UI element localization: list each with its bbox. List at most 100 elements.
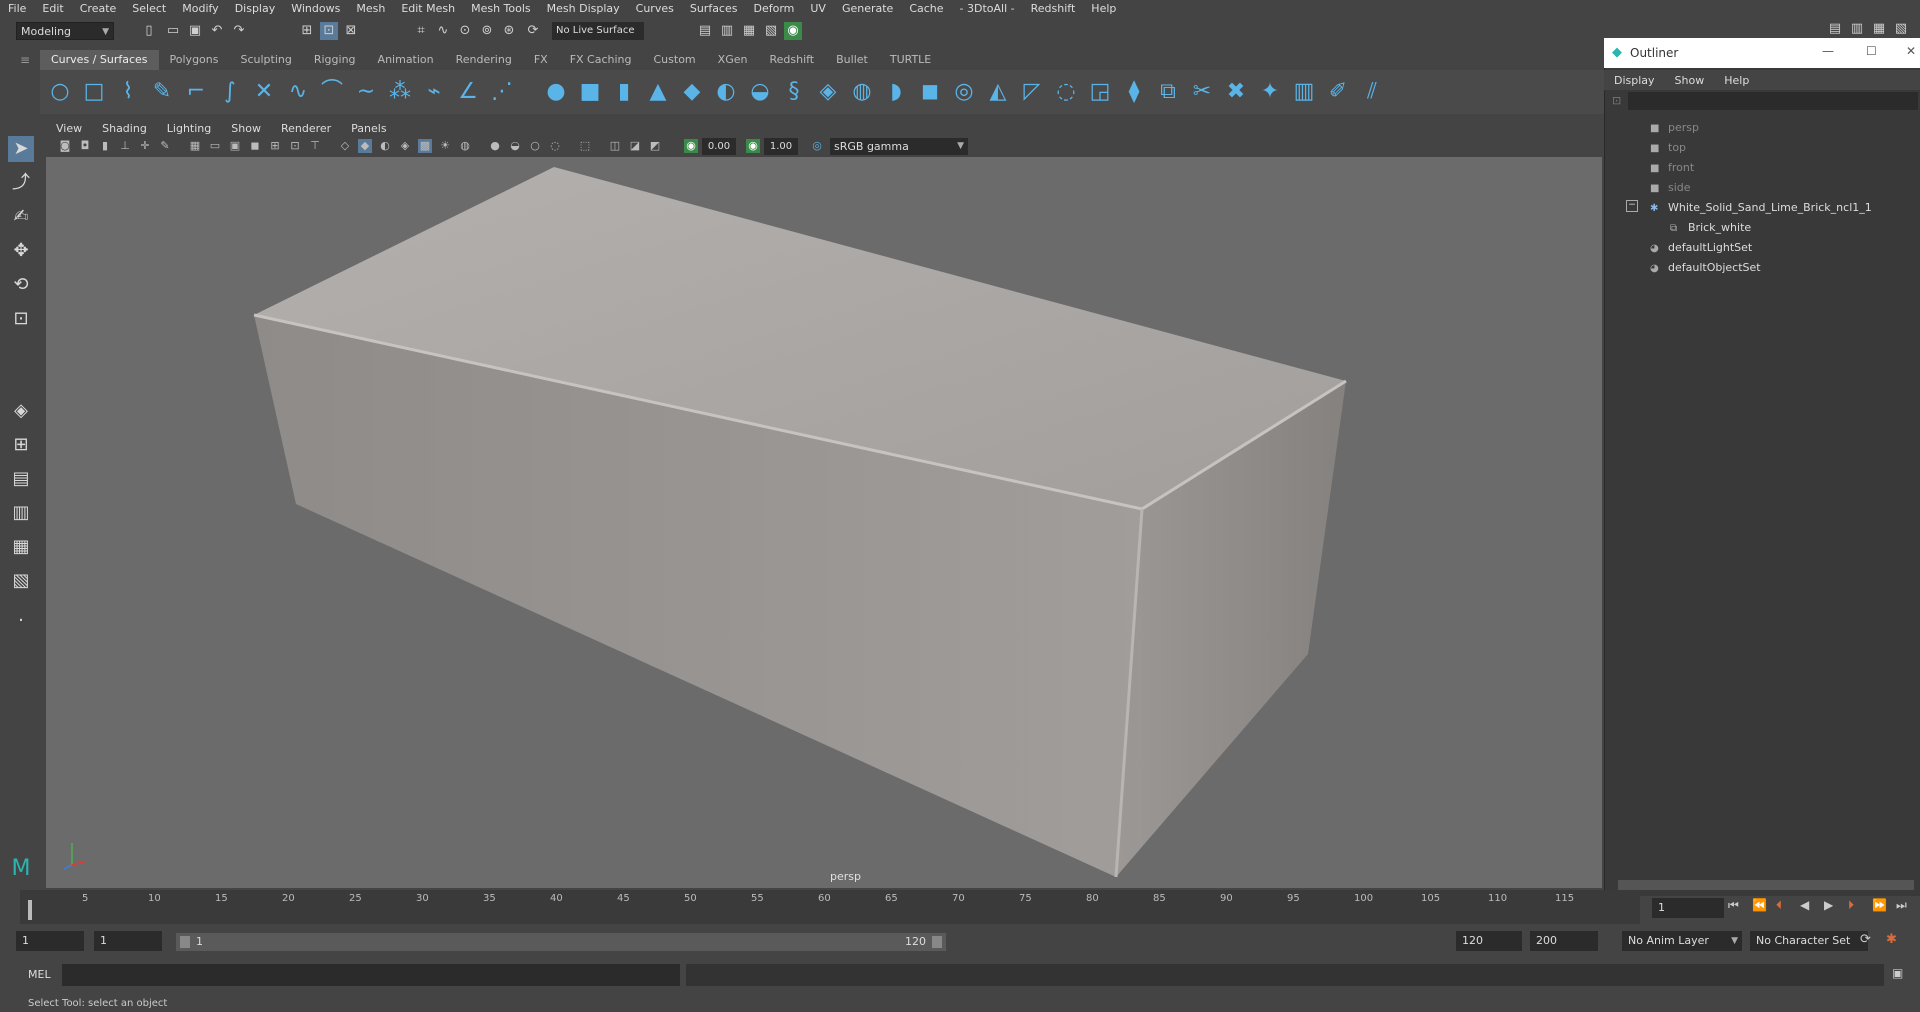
step-back-key-icon[interactable]: ⏪ [1752,898,1767,912]
film-gate-icon[interactable]: ▭ [208,139,222,153]
undo-icon[interactable]: ↶ [208,22,226,40]
tab-custom[interactable]: Custom [643,50,707,70]
anim-layer-select[interactable]: No Anim Layer ▼ [1622,931,1742,951]
tab-turtle[interactable]: TURTLE [879,50,942,70]
menu-deform[interactable]: Deform [745,0,802,18]
tab-redshift[interactable]: Redshift [758,50,825,70]
snap-point-icon[interactable]: ⊙ [456,22,474,40]
bezier-icon[interactable]: ✕ [250,78,278,106]
perspective-viewport[interactable] [46,157,1602,888]
rebuild-curve-icon[interactable]: ∼ [352,78,380,106]
uv-layout-icon[interactable]: ▧ [8,568,34,594]
menu-curves[interactable]: Curves [628,0,682,18]
outliner-menu-help[interactable]: Help [1714,74,1759,87]
menu-windows[interactable]: Windows [283,0,348,18]
sculpt-geometry-icon[interactable]: ✐ [1324,78,1352,106]
menu-display[interactable]: Display [227,0,284,18]
graph-layout-icon[interactable]: ▥ [8,500,34,526]
make-live-icon[interactable]: ⟳ [524,22,542,40]
move-tool-icon[interactable]: ✥ [8,238,34,264]
bevel-plus-icon[interactable]: ◭ [984,78,1012,106]
menu-cache[interactable]: Cache [901,0,951,18]
nurbs-square-icon[interactable]: □ [80,78,108,106]
isolate-select-icon[interactable]: ⬚ [578,139,592,153]
nurbs-sphere-icon[interactable]: ● [542,78,570,106]
step-forward-key-icon[interactable]: ⏩ [1872,898,1887,912]
panel-menu-panels[interactable]: Panels [341,122,396,135]
go-to-end-icon[interactable]: ⏭ [1896,898,1907,913]
scale-tool-icon[interactable]: ⊡ [8,306,34,332]
nurbs-cube-icon[interactable]: ■ [576,78,604,106]
intersect-surfaces-icon[interactable]: ◌ [1052,78,1080,106]
snap-grid-icon[interactable]: ⌗ [412,22,430,40]
tab-fx[interactable]: FX [523,50,559,70]
bookmark-icon[interactable]: ▮ [98,139,112,153]
rebuild-surface-icon[interactable]: ▥ [1290,78,1318,106]
detach-curves-icon[interactable]: ⌒ [318,78,346,106]
more-layouts-icon[interactable]: · [8,608,34,634]
menu-modify[interactable]: Modify [174,0,226,18]
command-input[interactable] [62,964,680,986]
arc-icon[interactable]: ∫ [216,78,244,106]
nurbs-circle-icon[interactable]: ○ [46,78,74,106]
untrim-icon[interactable]: ⧫ [1120,78,1148,106]
menu-create[interactable]: Create [72,0,125,18]
tab-polygons[interactable]: Polygons [159,50,230,70]
animation-start-field[interactable]: 1 [16,931,84,951]
menu-mesh[interactable]: Mesh [348,0,393,18]
tab-bullet[interactable]: Bullet [825,50,879,70]
open-close-icon[interactable]: ✦ [1256,78,1284,106]
outliner-item-persp[interactable]: ■ persp [1650,118,1699,138]
tab-animation[interactable]: Animation [367,50,445,70]
animation-preferences-icon[interactable]: ✱ [1886,932,1897,947]
render-view-icon[interactable]: ▤ [696,22,714,40]
safe-action-icon[interactable]: ⊡ [288,139,302,153]
planar-icon[interactable]: ◈ [814,78,842,106]
snap-surface-icon[interactable]: ⊛ [500,22,518,40]
outliner-item-brick-white[interactable]: ⧉ Brick_white [1670,218,1751,238]
save-scene-icon[interactable]: ▣ [186,22,204,40]
menu-edit-mesh[interactable]: Edit Mesh [393,0,463,18]
wireframe-icon[interactable]: ◇ [338,139,352,153]
step-back-frame-icon[interactable]: ⏴ [1776,898,1782,913]
render-frame-icon[interactable]: ▥ [718,22,736,40]
select-tool-icon[interactable]: ➤ [8,136,34,162]
snap-curve-icon[interactable]: ∿ [434,22,452,40]
exposure-toggle-icon[interactable]: ◉ [684,139,698,153]
nurbs-torus-icon[interactable]: ◐ [712,78,740,106]
select-component-icon[interactable]: ⊠ [342,22,360,40]
menu-3dtoall[interactable]: - 3DtoAll - [952,0,1023,18]
menu-help[interactable]: Help [1083,0,1124,18]
lasso-tool-icon[interactable]: ⤴ [8,170,34,196]
textured-icon[interactable]: ▩ [418,139,432,153]
tab-curves-surfaces[interactable]: Curves / Surfaces [40,50,159,70]
panel-menu-renderer[interactable]: Renderer [271,122,341,135]
range-end-handle[interactable] [932,936,942,948]
use-all-lights-icon[interactable]: ☀ [438,139,452,153]
menu-redshift[interactable]: Redshift [1023,0,1084,18]
menu-generate[interactable]: Generate [834,0,901,18]
xray-active-icon[interactable]: ◪ [628,139,642,153]
cv-curve-icon[interactable]: ⌐ [182,78,210,106]
project-curve-icon[interactable]: ◸ [1018,78,1046,106]
fillet-curve-icon[interactable]: ⁂ [386,78,414,106]
align-surfaces-icon[interactable]: ✖ [1222,78,1250,106]
character-set-select[interactable]: No Character Set [1750,931,1868,951]
close-icon[interactable]: ✕ [1906,44,1916,58]
rotate-tool-icon[interactable]: ⟲ [8,272,34,298]
outliner-item-top[interactable]: ■ top [1650,138,1686,158]
panel-menu-view[interactable]: View [46,122,92,135]
auto-key-icon[interactable]: ⟳ [1860,932,1871,947]
playback-end-field[interactable]: 120 [1456,931,1522,951]
four-view-layout-icon[interactable]: ⊞ [8,432,34,458]
detach-surfaces-icon[interactable]: ✂ [1188,78,1216,106]
trim-tool-icon[interactable]: ◲ [1086,78,1114,106]
extend-curve-icon[interactable]: ∠ [454,78,482,106]
field-chart-icon[interactable]: ⊞ [268,139,282,153]
xray-icon[interactable]: ◫ [608,139,622,153]
camera-attributes-icon[interactable]: ◘ [78,139,92,153]
range-start-handle[interactable] [180,936,190,948]
outliner-item-default-object-set[interactable]: ◕ defaultObjectSet [1650,258,1761,278]
collapse-toggle-icon[interactable]: − [1626,200,1638,212]
2d-pan-zoom-icon[interactable]: ✛ [138,139,152,153]
